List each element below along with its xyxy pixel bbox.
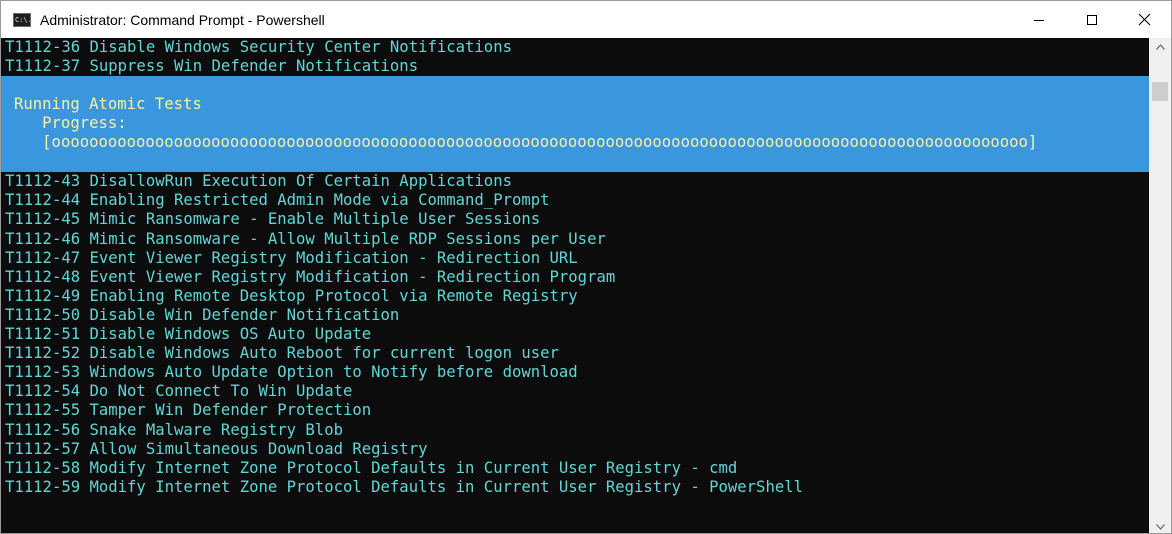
console-line: T1112-58 Modify Internet Zone Protocol D… xyxy=(5,458,738,477)
scroll-down-button[interactable] xyxy=(1149,518,1171,533)
console-line: T1112-57 Allow Simultaneous Download Reg… xyxy=(5,439,428,458)
progress-panel: Running Atomic Tests Progress: [oooooooo… xyxy=(1,76,1149,173)
console-line: T1112-55 Tamper Win Defender Protection xyxy=(5,401,372,420)
scrollbar-thumb[interactable] xyxy=(1152,82,1168,101)
console-line: T1112-56 Snake Malware Registry Blob xyxy=(5,420,343,439)
console-lines-after: T1112-43 DisallowRun Execution Of Certai… xyxy=(1,172,1149,497)
vertical-scrollbar[interactable] xyxy=(1149,38,1171,533)
close-icon xyxy=(1138,13,1151,26)
chevron-down-icon xyxy=(1155,523,1165,530)
title-bar[interactable]: C:\. Administrator: Command Prompt - Pow… xyxy=(1,1,1171,38)
console-line: T1112-53 Windows Auto Update Option to N… xyxy=(5,363,578,382)
scroll-up-button[interactable] xyxy=(1149,38,1171,55)
window-controls xyxy=(1012,1,1171,38)
progress-bar: [ooooooooooooooooooooooooooooooooooooooo… xyxy=(14,133,1038,152)
console-line: T1112-36 Disable Windows Security Center… xyxy=(5,38,512,56)
console-line: T1112-47 Event Viewer Registry Modificat… xyxy=(5,248,578,267)
console-line: T1112-44 Enabling Restricted Admin Mode … xyxy=(5,191,550,210)
console-line: T1112-49 Enabling Remote Desktop Protoco… xyxy=(5,286,578,305)
console-line: T1112-52 Disable Windows Auto Reboot for… xyxy=(5,344,559,363)
minimize-icon xyxy=(1033,19,1044,21)
console-line: T1112-50 Disable Win Defender Notificati… xyxy=(5,305,400,324)
console-line: T1112-48 Event Viewer Registry Modificat… xyxy=(5,267,616,286)
console-line: T1112-46 Mimic Ransomware - Allow Multip… xyxy=(5,229,606,248)
console-line: T1112-54 Do Not Connect To Win Update xyxy=(5,382,353,401)
console-output[interactable]: T1112-36 Disable Windows Security Center… xyxy=(1,38,1149,533)
console-line: T1112-45 Mimic Ransomware - Enable Multi… xyxy=(5,210,541,229)
window-title: Administrator: Command Prompt - Powershe… xyxy=(40,11,325,28)
console-line: T1112-37 Suppress Win Defender Notificat… xyxy=(5,57,419,76)
minimize-button[interactable] xyxy=(1012,1,1065,38)
console-line: T1112-51 Disable Windows OS Auto Update xyxy=(5,325,372,344)
console-line: T1112-59 Modify Internet Zone Protocol D… xyxy=(5,477,803,496)
console-line: T1112-43 DisallowRun Execution Of Certai… xyxy=(5,172,512,191)
command-prompt-icon[interactable]: C:\. xyxy=(13,12,31,27)
close-button[interactable] xyxy=(1118,1,1171,38)
chevron-up-icon xyxy=(1155,43,1165,50)
progress-label: Progress: xyxy=(14,114,127,133)
progress-title: Running Atomic Tests xyxy=(14,95,202,114)
command-prompt-window: C:\. Administrator: Command Prompt - Pow… xyxy=(0,0,1172,534)
maximize-icon xyxy=(1086,14,1097,25)
maximize-button[interactable] xyxy=(1065,1,1118,38)
